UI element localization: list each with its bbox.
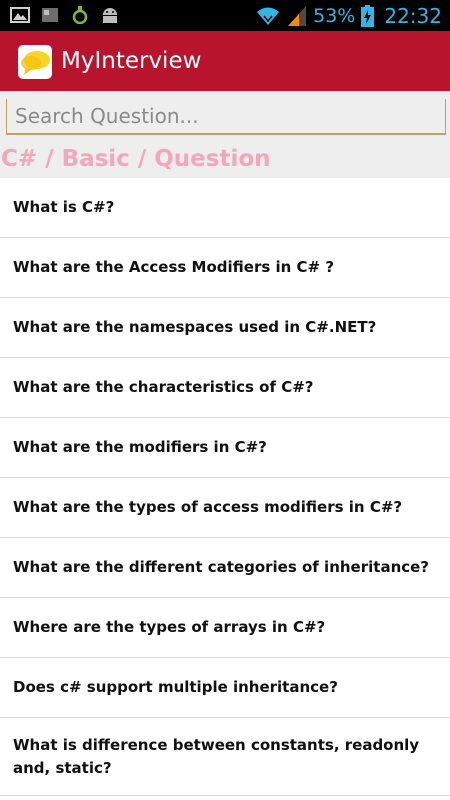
list-item[interactable]: What are the Access Modifiers in C# ? <box>0 238 450 298</box>
list-item[interactable]: What is C#? <box>0 178 450 238</box>
android-icon <box>103 8 117 23</box>
search-bar <box>0 91 450 143</box>
question-text: Does c# support multiple inheritance? <box>13 678 338 696</box>
list-item[interactable]: What are the namespaces used in C#.NET? <box>0 298 450 358</box>
question-text: What are the characteristics of C#? <box>13 378 314 396</box>
app-bar: MyInterview <box>0 31 450 91</box>
question-text: Where are the types of arrays in C#? <box>13 618 326 636</box>
app-logo-icon[interactable] <box>18 45 52 79</box>
breadcrumb-bar: C# / Basic / Question <box>0 143 450 178</box>
video-icon <box>42 8 58 22</box>
notification-icons <box>10 6 120 24</box>
question-text: What are the types of access modifiers i… <box>13 498 403 516</box>
signal-icon <box>288 6 307 26</box>
clock: 22:32 <box>384 4 442 28</box>
list-item[interactable]: What are the characteristics of C#? <box>0 358 450 418</box>
gallery-icon <box>10 7 30 23</box>
wifi-icon <box>257 7 280 25</box>
list-item[interactable]: What are the types of access modifiers i… <box>0 478 450 538</box>
list-item[interactable]: Where are the types of arrays in C#? <box>0 598 450 658</box>
question-list: What is C#? What are the Access Modifier… <box>0 178 450 796</box>
search-input[interactable] <box>6 99 446 135</box>
battery-percentage: 53% <box>313 5 356 27</box>
question-text: What is C#? <box>13 198 115 216</box>
system-icons: 53% 22:32 <box>255 3 442 29</box>
breadcrumb: C# / Basic / Question <box>1 146 271 172</box>
app-title: MyInterview <box>61 48 202 74</box>
list-item[interactable]: What is difference between constants, re… <box>0 718 450 796</box>
question-text: What is difference between constants, re… <box>13 735 420 777</box>
question-text: What are the modifiers in C#? <box>13 438 267 456</box>
question-text: What are the Access Modifiers in C# ? <box>13 258 335 276</box>
question-text: What are the different categories of inh… <box>13 558 430 576</box>
battery-charging-icon <box>361 5 375 27</box>
download-icon <box>72 6 88 24</box>
status-bar: 53% 22:32 <box>0 0 450 31</box>
list-item[interactable]: Does c# support multiple inheritance? <box>0 658 450 718</box>
question-text: What are the namespaces used in C#.NET? <box>13 318 377 336</box>
list-item[interactable]: What are the different categories of inh… <box>0 538 450 598</box>
list-item[interactable]: What are the modifiers in C#? <box>0 418 450 478</box>
